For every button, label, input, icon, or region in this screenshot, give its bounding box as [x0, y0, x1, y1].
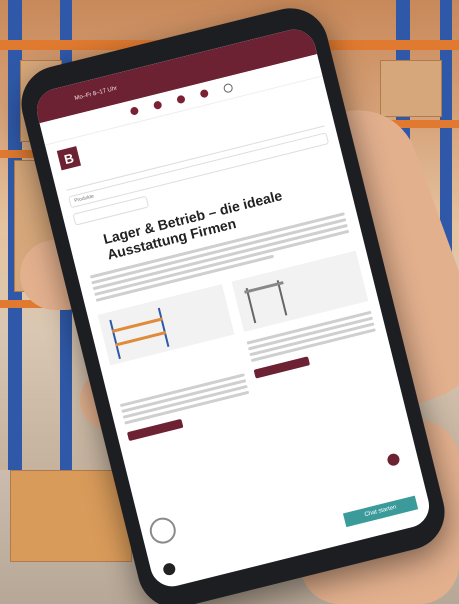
search-icon[interactable]	[222, 82, 234, 94]
trust-badge[interactable]	[147, 514, 179, 547]
chat-button[interactable]: Chat starten	[342, 495, 419, 528]
nav-label: Produkte	[73, 193, 95, 205]
account-icon[interactable]	[129, 106, 139, 116]
cart-icon[interactable]	[198, 88, 209, 99]
wishlist-icon[interactable]	[152, 100, 163, 111]
floating-action-button[interactable]	[383, 449, 404, 470]
category-card[interactable]	[97, 283, 254, 442]
photo-scene: Mo–Fr 8–17 Uhr B Produkte Lager & Betrie…	[0, 0, 459, 604]
logo-mark: B	[56, 146, 82, 171]
pallet-box	[10, 470, 132, 562]
compare-icon[interactable]	[175, 94, 186, 105]
pallet-box	[380, 60, 442, 117]
category-cta-button[interactable]	[253, 356, 311, 379]
chat-label: Chat starten	[363, 504, 398, 519]
category-card[interactable]	[231, 250, 388, 408]
accessibility-button[interactable]	[159, 559, 179, 579]
category-cta-button[interactable]	[126, 418, 184, 442]
